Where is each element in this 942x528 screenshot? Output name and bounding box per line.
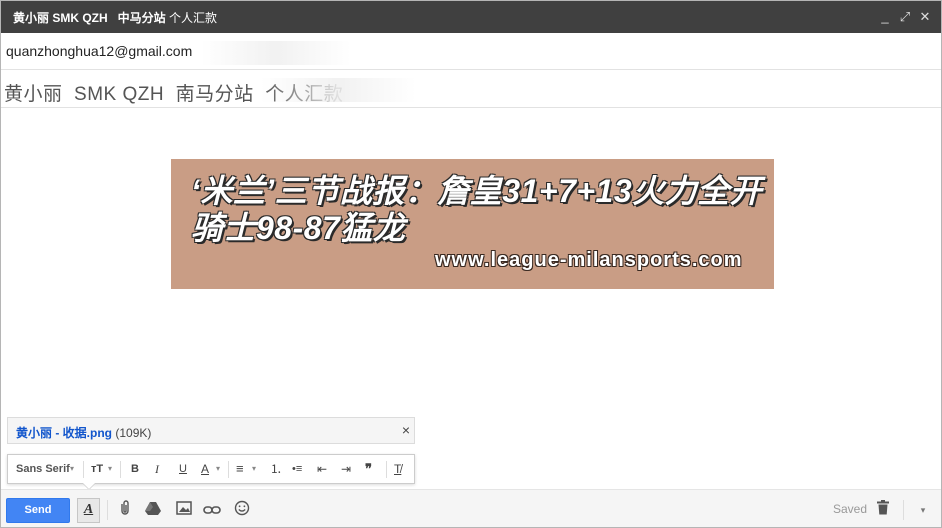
paperclip-icon[interactable] xyxy=(115,500,135,520)
indent-less-icon[interactable]: ⇤ xyxy=(317,462,327,476)
toolbar-divider xyxy=(386,461,387,478)
chevron-down-icon[interactable]: ▾ xyxy=(70,462,74,476)
font-size-icon[interactable]: ᴛT xyxy=(91,462,103,476)
attachment-chip[interactable]: 黄小丽 - 收据.png (109K) × xyxy=(7,417,415,444)
photo-icon[interactable] xyxy=(174,500,194,520)
bottom-divider xyxy=(107,500,108,520)
clear-format-icon[interactable]: T̸ xyxy=(394,462,401,476)
banner-site-url: www.league-milansports.com xyxy=(435,249,743,271)
save-status: Saved xyxy=(833,502,868,516)
bulleted-list-icon[interactable]: •≡ xyxy=(292,462,302,476)
italic-button[interactable]: I xyxy=(155,462,159,476)
trash-icon[interactable] xyxy=(873,500,893,520)
compose-titlebar[interactable]: 黄小丽 SMK QZH 中马分站 个人汇款 _ ⤢ ✕ xyxy=(1,1,941,33)
inline-image-banner: ‘米兰’三节战报：詹皇31+7+13火力全开 骑士98-87猛龙 www.lea… xyxy=(171,159,774,289)
minimize-button[interactable]: _ xyxy=(875,7,895,27)
popout-button[interactable]: ⤢ xyxy=(895,7,915,27)
bold-button[interactable]: B xyxy=(131,462,139,476)
link-icon[interactable] xyxy=(202,500,222,520)
align-icon[interactable]: ≡ xyxy=(236,462,244,476)
close-button[interactable]: ✕ xyxy=(915,7,935,27)
compose-bottom-bar: Send A Saved ▾ xyxy=(1,489,941,527)
attachment-name-line[interactable]: 黄小丽 - 收据.png (109K) xyxy=(16,424,151,441)
send-button[interactable]: Send xyxy=(6,498,70,523)
more-options-icon[interactable]: ▾ xyxy=(913,500,933,520)
recipients-field[interactable]: quanzhonghua12@gmail.com xyxy=(1,33,941,70)
formatting-toggle-button[interactable]: A xyxy=(77,498,100,523)
subject-shadow xyxy=(261,78,416,102)
bottom-divider xyxy=(903,500,904,520)
subject-field[interactable]: 黄小丽 SMK QZH 南马分站 个人汇款 xyxy=(1,70,941,108)
quote-icon[interactable]: ❞ xyxy=(365,462,372,476)
attachment-name[interactable]: 黄小丽 - 收据.png xyxy=(16,426,112,440)
to-value[interactable]: quanzhonghua12@gmail.com xyxy=(6,43,192,59)
attachment-size: (109K) xyxy=(115,426,152,440)
compose-window: 黄小丽 SMK QZH 中马分站 个人汇款 _ ⤢ ✕ quanzhonghua… xyxy=(0,0,942,528)
text-color-icon[interactable]: A xyxy=(201,462,209,476)
toolbar-divider xyxy=(120,461,121,478)
chevron-down-icon[interactable]: ▾ xyxy=(252,462,256,476)
font-family-select[interactable]: Sans Serif xyxy=(16,462,70,476)
compose-title-bold: 黄小丽 SMK QZH 中马分站 xyxy=(13,11,166,25)
chevron-down-icon[interactable]: ▾ xyxy=(108,462,112,476)
recipient-chip-shadow xyxy=(201,41,351,65)
formatting-toolbar: Sans Serif ▾ ᴛT ▾ B I U A ▾ ≡ ▾ ⒈ •≡ ⇤ ⇥… xyxy=(7,454,415,484)
chevron-down-icon[interactable]: ▾ xyxy=(216,462,220,476)
indent-more-icon[interactable]: ⇥ xyxy=(341,462,351,476)
banner-headline: ‘米兰’三节战报：詹皇31+7+13火力全开 骑士98-87猛龙 xyxy=(191,173,763,246)
toolbar-divider xyxy=(83,461,84,478)
compose-title: 黄小丽 SMK QZH 中马分站 个人汇款 xyxy=(13,9,217,26)
toolbar-divider xyxy=(228,461,229,478)
drive-icon[interactable] xyxy=(143,500,163,520)
emoji-icon[interactable] xyxy=(232,500,252,520)
numbered-list-icon[interactable]: ⒈ xyxy=(270,462,282,476)
compose-title-rest: 个人汇款 xyxy=(165,11,218,25)
underline-button[interactable]: U xyxy=(179,462,187,476)
remove-attachment-icon[interactable]: × xyxy=(402,422,410,438)
